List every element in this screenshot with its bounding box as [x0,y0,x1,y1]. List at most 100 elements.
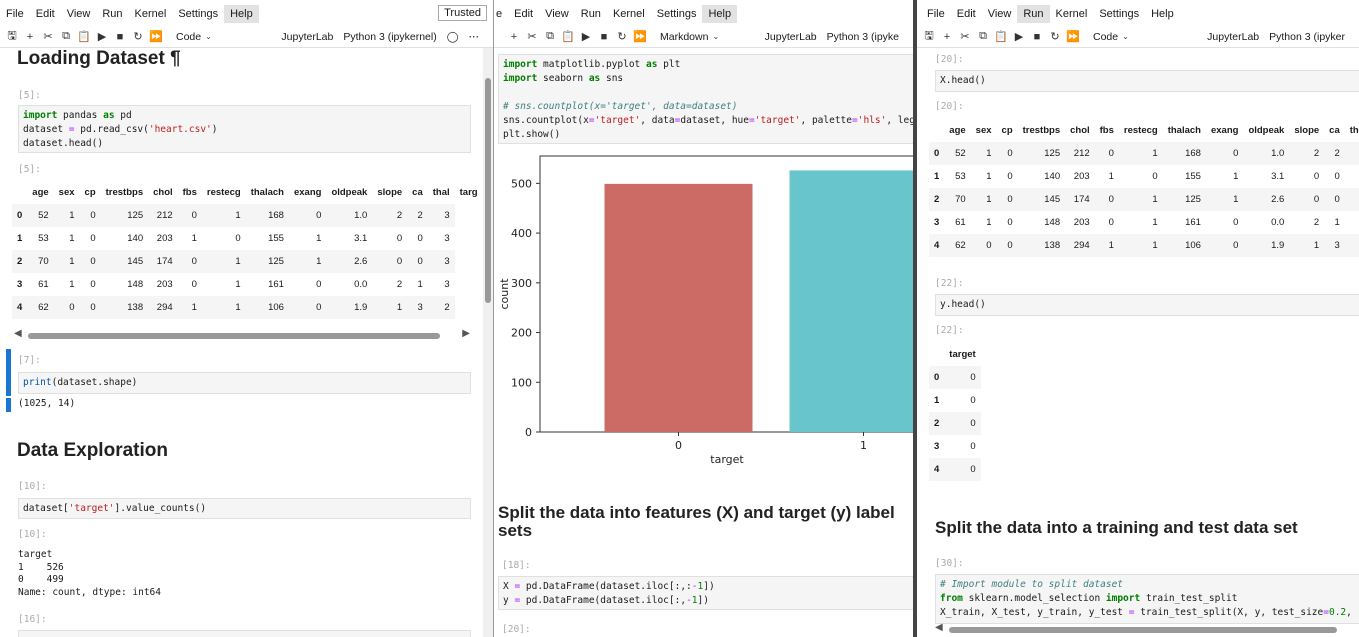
jupyterlab-link[interactable]: JupyterLab [281,31,333,43]
add-cell-icon[interactable]: + [506,31,522,43]
run-icon[interactable]: ▶ [578,30,594,43]
menu-settings[interactable]: Settings [172,5,224,23]
menu-view[interactable]: View [61,5,97,23]
column-header: trestbps [105,187,144,198]
copy-icon[interactable]: ⧉ [542,30,558,43]
menu-help[interactable]: Help [1145,5,1180,23]
menu-file[interactable]: e [494,5,508,23]
scrollbar-thumb[interactable] [28,333,440,339]
add-cell-icon[interactable]: + [22,31,38,43]
code-cell-load[interactable]: import pandas as pd dataset = pd.read_cs… [18,105,471,153]
table-cell: 62 [38,302,49,313]
menu-file[interactable]: File [0,5,30,23]
table-cell: 1 [1152,148,1158,159]
cut-icon[interactable]: ✂ [524,30,540,43]
fast-forward-icon[interactable]: ⏩ [148,30,164,43]
code-cell-value-counts[interactable]: dataset['target'].value_counts() [18,498,471,519]
menu-kernel[interactable]: Kernel [129,5,173,23]
cell-type-select[interactable]: Code [1093,31,1118,43]
jupyterlab-link[interactable]: JupyterLab [765,31,817,43]
menu-run[interactable]: Run [575,5,607,23]
menu-settings[interactable]: Settings [651,5,703,23]
table-cell: 2 [396,279,403,290]
cell-type-select[interactable]: Code [176,31,201,43]
menu-edit[interactable]: Edit [30,5,61,23]
fast-forward-icon[interactable]: ⏩ [1065,30,1081,43]
stop-icon[interactable]: ■ [112,31,128,43]
scrollbar-thumb[interactable] [949,627,1337,633]
code-cell-train-test-split[interactable]: # Import module to split dataset from sk… [935,574,1359,624]
code-cell-countplot[interactable]: import matplotlib.pyplot as plt import s… [498,54,913,144]
run-icon[interactable]: ▶ [1011,30,1027,43]
save-icon[interactable]: 🖫 [921,27,937,46]
fast-forward-icon[interactable]: ⏩ [632,30,648,43]
menu-help[interactable]: Help [224,5,259,23]
output-indicator [6,398,11,412]
menu-edit[interactable]: Edit [508,5,539,23]
paste-icon[interactable]: 📋 [993,30,1009,43]
table-cell: 1 [986,148,992,159]
menu-run[interactable]: Run [96,5,128,23]
restart-icon[interactable]: ↻ [130,30,146,43]
copy-icon[interactable]: ⧉ [975,30,991,43]
chevron-down-icon[interactable]: ⌄ [205,32,212,41]
menu-view[interactable]: View [982,5,1018,23]
cell-type-select[interactable]: Markdown [660,31,708,43]
chevron-down-icon[interactable]: ⌄ [1122,32,1129,41]
row-index: 3 [934,441,940,452]
menu-kernel[interactable]: Kernel [607,5,651,23]
code-cell-split-xy[interactable]: X = pd.DataFrame(dataset.iloc[:,:-1]) y … [498,576,913,610]
table-cell: 0 [970,464,976,475]
vertical-scrollbar[interactable] [483,48,493,637]
run-icon[interactable]: ▶ [94,30,110,43]
stop-icon[interactable]: ■ [596,31,612,43]
cut-icon[interactable]: ✂ [957,30,973,43]
add-cell-icon[interactable]: + [939,31,955,43]
scrollbar-thumb[interactable] [485,78,491,303]
table-cell: 3.1 [1271,171,1285,182]
restart-icon[interactable]: ↻ [614,30,630,43]
scroll-left-icon[interactable]: ◀ [935,622,943,633]
horizontal-scrollbar[interactable]: ◀ [935,622,1359,634]
kernel-name[interactable]: Python 3 (ipyker [1269,31,1345,43]
menu-run[interactable]: Run [1017,5,1050,23]
table-row: 1 53 1 0 140 203 1 0 155 1 3.1 0 0 3 [12,227,483,250]
column-header: sex [975,125,992,136]
horizontal-scrollbar[interactable]: ◀ ▶ [14,328,470,340]
stop-icon[interactable]: ■ [1029,31,1045,43]
table-cell: 3 [444,210,450,221]
code-cell-shape[interactable]: print(dataset.shape) [18,372,471,394]
menu-help[interactable]: Help [702,5,738,23]
menu-view[interactable]: View [539,5,575,23]
kernel-name[interactable]: Python 3 (ipyke [827,31,899,43]
menu-settings[interactable]: Settings [1093,5,1145,23]
output-prompt: [10]: [18,529,47,540]
trusted-badge[interactable]: Trusted [438,5,487,21]
scroll-left-icon[interactable]: ◀ [14,328,22,339]
menu-edit[interactable]: Edit [951,5,982,23]
table-cell: 62 [955,240,966,251]
code-cell-next[interactable] [18,630,471,637]
code-cell-y-head[interactable]: y.head() [935,294,1359,316]
menu-file[interactable]: File [917,5,951,23]
paste-icon[interactable]: 📋 [560,30,576,43]
scroll-right-icon[interactable]: ▶ [462,328,470,339]
kernel-name[interactable]: Python 3 (ipykernel) [343,31,436,43]
cut-icon[interactable]: ✂ [40,30,56,43]
x-tick-label: 0 [675,439,682,452]
save-icon[interactable]: 🖫 [4,27,20,46]
restart-icon[interactable]: ↻ [1047,30,1063,43]
paste-icon[interactable]: 📋 [76,30,92,43]
copy-icon[interactable]: ⧉ [58,30,74,43]
jupyterlab-link[interactable]: JupyterLab [1207,31,1259,43]
table-cell: 0.0 [1271,217,1285,228]
table-cell: 155 [268,233,284,244]
menu-kernel[interactable]: Kernel [1050,5,1094,23]
cell-prompt: [16]: [18,614,47,625]
table-cell: 1 [69,256,75,267]
more-icon[interactable]: ⋯ [469,31,480,43]
row-index: 3 [17,279,23,290]
code-cell-x-head[interactable]: X.head() [935,70,1359,92]
chevron-down-icon[interactable]: ⌄ [712,32,719,41]
notebook-window-middle: e Edit View Run Kernel Settings Help + ✂… [494,0,913,637]
